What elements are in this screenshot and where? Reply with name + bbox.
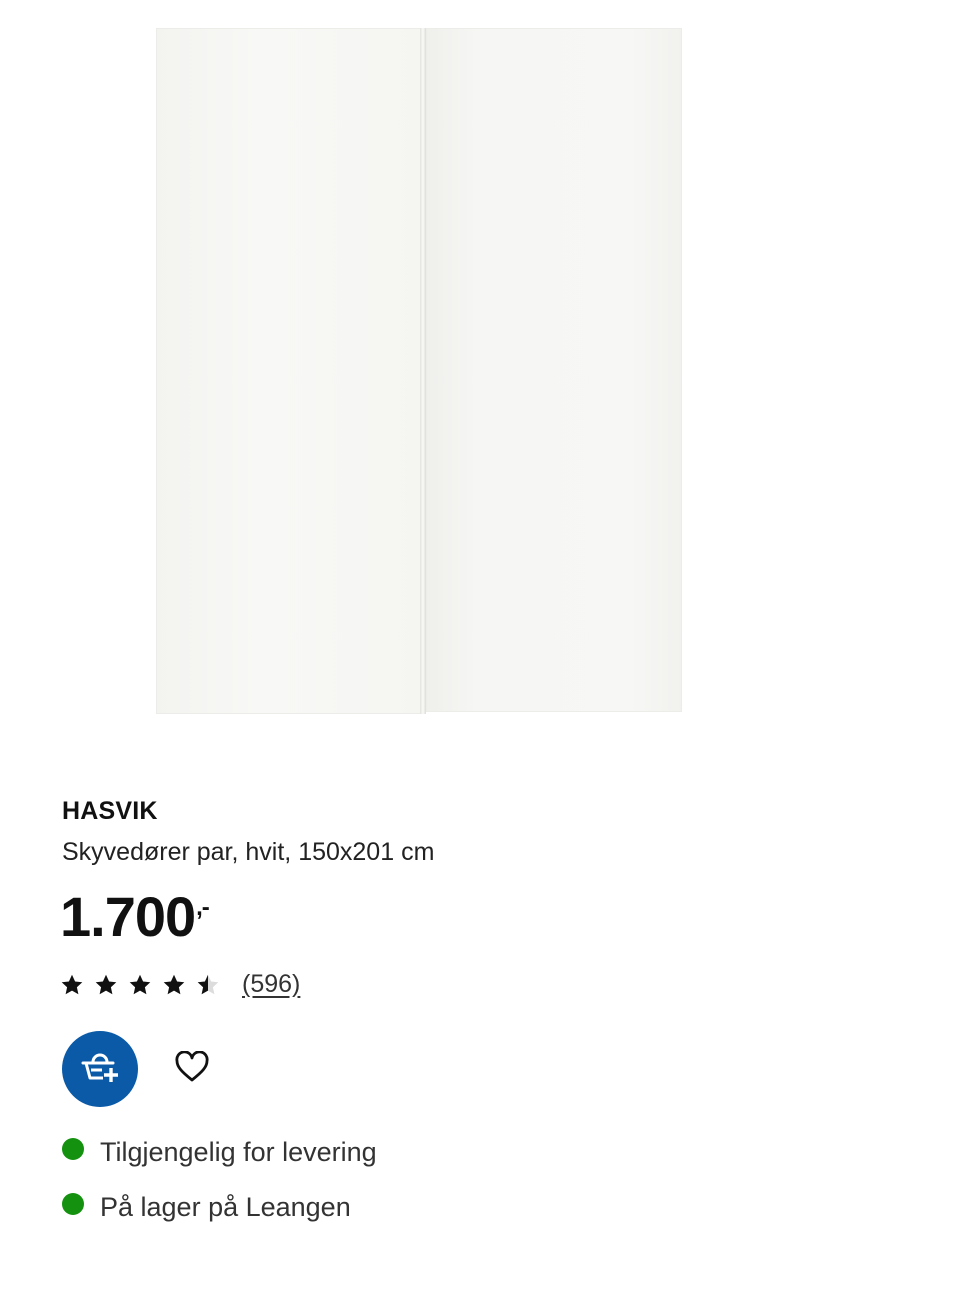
star-full-icon	[94, 973, 118, 997]
availability-store[interactable]: På lager på Leangen	[62, 1185, 377, 1229]
availability-label: På lager på Leangen	[100, 1191, 351, 1222]
door-right-panel	[426, 28, 682, 712]
star-full-icon	[162, 973, 186, 997]
availability-delivery: Tilgjengelig for levering	[62, 1130, 377, 1174]
star-full-icon	[128, 973, 152, 997]
rating-stars	[60, 973, 220, 997]
rating[interactable]: (596)	[60, 970, 300, 999]
star-half-icon	[196, 973, 220, 997]
status-dot-icon	[62, 1138, 84, 1160]
availability-label: Tilgjengelig for levering	[100, 1136, 377, 1167]
heart-icon	[174, 1049, 210, 1088]
favorite-button[interactable]	[172, 1049, 212, 1089]
product-price: 1.700 ,-	[60, 884, 210, 949]
star-full-icon	[60, 973, 84, 997]
review-count-link[interactable]: (596)	[242, 970, 300, 999]
door-left-panel	[156, 28, 422, 714]
add-to-basket-icon	[79, 1049, 121, 1090]
status-dot-icon	[62, 1193, 84, 1215]
add-to-cart-button[interactable]	[62, 1031, 138, 1107]
availability-list: Tilgjengelig for levering På lager på Le…	[62, 1130, 377, 1240]
product-image[interactable]	[150, 24, 780, 720]
price-value: 1.700	[60, 885, 196, 948]
price-suffix: ,-	[196, 894, 210, 921]
product-description: Skyvedører par, hvit, 150x201 cm	[62, 838, 435, 866]
product-card: HASVIK Skyvedører par, hvit, 150x201 cm …	[0, 0, 960, 1291]
product-actions	[62, 1031, 212, 1107]
product-name[interactable]: HASVIK	[62, 797, 158, 826]
